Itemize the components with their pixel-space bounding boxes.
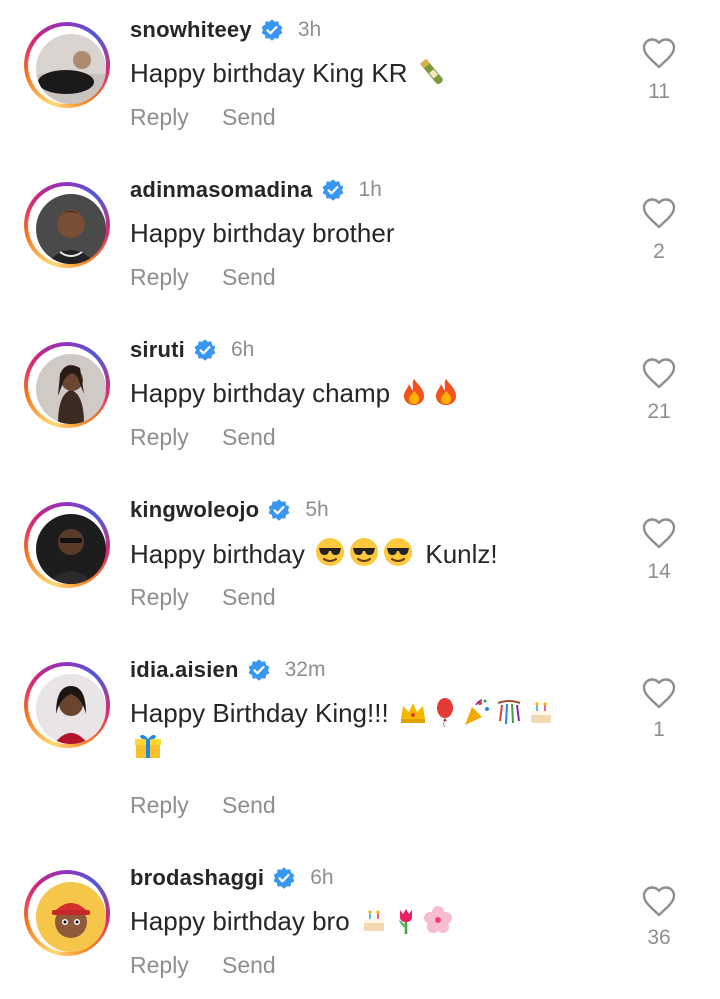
comment-actions: Reply Send — [130, 264, 276, 291]
comment-text-suffix: Kunlz! — [425, 539, 498, 569]
cherry-blossom-emoji-icon — [423, 905, 453, 943]
reply-button[interactable]: Reply — [130, 792, 222, 819]
heart-outline-icon[interactable] — [641, 196, 677, 230]
sunglasses-emoji-icon — [348, 536, 380, 576]
verified-badge-icon — [248, 659, 269, 681]
comment-timestamp: 1h — [358, 178, 382, 201]
story-ring[interactable] — [24, 502, 110, 588]
comment-text-line: Happy birthday brother — [130, 216, 394, 250]
heart-outline-icon[interactable] — [641, 356, 677, 390]
comment-text-line: Happy birthday bro — [130, 904, 453, 943]
sunglasses-emoji-icon — [314, 536, 346, 576]
avatar[interactable] — [36, 674, 106, 744]
comment-item: idia.aisien 32m Happy Birthday King!!! R… — [0, 640, 720, 848]
heart-outline-icon[interactable] — [641, 676, 677, 710]
story-ring[interactable] — [24, 662, 110, 748]
comment-text: Happy birthday brother — [130, 218, 395, 248]
comment-item: adinmasomadina 1h Happy birthday brother… — [0, 160, 720, 320]
birthday-cake-emoji-icon — [359, 905, 389, 943]
like-count: 1 — [653, 718, 665, 741]
fire-emoji-icon — [399, 377, 429, 415]
reply-button[interactable]: Reply — [130, 264, 222, 291]
comment-text: Happy birthday champ — [130, 378, 391, 408]
comment-text: Happy Birthday King!!! — [130, 698, 389, 728]
story-ring[interactable] — [24, 342, 110, 428]
send-button[interactable]: Send — [222, 792, 276, 819]
like-count: 14 — [647, 560, 671, 583]
like-count: 11 — [648, 80, 670, 103]
send-button[interactable]: Send — [222, 264, 276, 291]
heart-outline-icon[interactable] — [641, 516, 677, 550]
comment-username[interactable]: snowhiteey — [130, 17, 252, 43]
birthday-cake-emoji-icon — [526, 697, 556, 735]
comment-text-line: Happy birthday King KR — [130, 56, 447, 95]
comment-timestamp: 3h — [297, 18, 322, 41]
comment-timestamp: 6h — [231, 338, 255, 361]
avatar[interactable] — [36, 194, 106, 264]
avatar[interactable] — [36, 882, 106, 952]
comment-item: snowhiteey 3h Happy birthday King KR Rep… — [0, 0, 720, 160]
comment-actions: Reply Send — [130, 584, 276, 611]
send-button[interactable]: Send — [222, 104, 276, 131]
comment-timestamp: 5h — [305, 498, 329, 521]
champagne-emoji-icon — [417, 57, 447, 95]
heart-outline-icon[interactable] — [641, 884, 677, 918]
comment-text-line: Happy Birthday King!!! — [130, 696, 556, 735]
avatar[interactable] — [36, 354, 106, 424]
verified-badge-icon — [273, 867, 295, 889]
comment-timestamp: 6h — [310, 866, 334, 889]
comment-actions: Reply Send — [130, 424, 276, 451]
heart-outline-icon[interactable] — [641, 36, 677, 70]
reply-button[interactable]: Reply — [130, 952, 222, 979]
comment-text-line: Happy birthday Kunlz! — [130, 536, 498, 576]
comment-text: Happy birthday King KR — [130, 58, 408, 88]
send-button[interactable]: Send — [222, 424, 276, 451]
comment-username[interactable]: siruti — [130, 337, 185, 363]
avatar[interactable] — [36, 34, 106, 104]
comment-item: kingwoleojo 5h Happy birthday Kunlz! Rep… — [0, 480, 720, 640]
party-popper-emoji-icon — [462, 697, 492, 735]
comment-item: siruti 6h Happy birthday champ Reply Sen… — [0, 320, 720, 480]
confetti-ball-emoji-icon — [494, 697, 524, 735]
verified-badge-icon — [268, 499, 290, 521]
verified-badge-icon — [322, 179, 343, 201]
comment-actions: Reply Send — [130, 792, 276, 819]
comment-username[interactable]: adinmasomadina — [130, 177, 313, 203]
comment-timestamp: 32m — [284, 658, 326, 681]
comment-username[interactable]: kingwoleojo — [130, 497, 259, 523]
comment-actions: Reply Send — [130, 952, 276, 979]
comment-text-line: Happy birthday champ — [130, 376, 461, 415]
fire-emoji-icon — [431, 377, 461, 415]
gift-emoji-icon — [132, 730, 164, 770]
tulip-emoji-icon — [391, 905, 421, 943]
story-ring[interactable] — [24, 870, 110, 956]
reply-button[interactable]: Reply — [130, 584, 222, 611]
story-ring[interactable] — [24, 182, 110, 268]
balloon-emoji-icon — [430, 697, 460, 735]
reply-button[interactable]: Reply — [130, 104, 222, 131]
comment-username[interactable]: idia.aisien — [130, 657, 239, 683]
comment-text: Happy birthday — [130, 539, 305, 569]
like-count: 21 — [647, 400, 671, 423]
comment-item: brodashaggi 6h Happy birthday bro Reply … — [0, 848, 720, 999]
like-count: 2 — [653, 240, 665, 263]
story-ring[interactable] — [24, 22, 110, 108]
send-button[interactable]: Send — [222, 952, 276, 979]
reply-button[interactable]: Reply — [130, 424, 222, 451]
comment-actions: Reply Send — [130, 104, 276, 131]
avatar[interactable] — [36, 514, 106, 584]
send-button[interactable]: Send — [222, 584, 276, 611]
verified-badge-icon — [261, 19, 283, 41]
sunglasses-emoji-icon — [382, 536, 414, 576]
comment-username[interactable]: brodashaggi — [130, 865, 264, 891]
comment-text: Happy birthday bro — [130, 906, 350, 936]
verified-badge-icon — [194, 339, 216, 361]
comment-text-line-2 — [130, 730, 164, 770]
crown-emoji-icon — [398, 697, 428, 735]
like-count: 36 — [647, 926, 671, 949]
